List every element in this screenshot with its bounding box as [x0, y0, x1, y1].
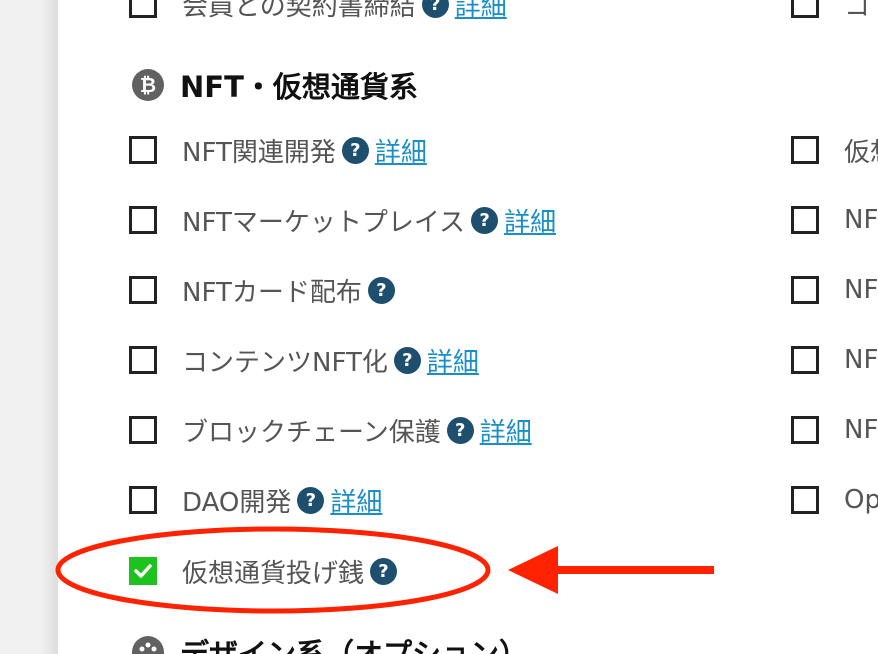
help-icon[interactable]: ? — [446, 416, 474, 444]
detail-link[interactable]: 詳細 — [455, 0, 507, 23]
option-row-right-6[interactable]: Op — [791, 480, 878, 520]
checkbox[interactable] — [791, 416, 819, 444]
option-row-right-4[interactable]: NF — [791, 340, 878, 380]
checkbox[interactable] — [129, 346, 157, 374]
option-label: NFTカード配布 — [182, 277, 362, 308]
option-label: NF — [844, 415, 878, 445]
option-label: コ — [844, 0, 871, 22]
option-label: NFT関連開発 — [182, 137, 336, 168]
help-icon[interactable]: ? — [341, 136, 369, 164]
option-row-nft-dev[interactable]: NFT関連開発 ? 詳細 — [129, 130, 427, 170]
detail-link[interactable]: 詳細 — [375, 132, 427, 169]
help-icon[interactable]: ? — [393, 346, 421, 374]
help-icon[interactable]: ? — [471, 206, 499, 234]
checkbox[interactable] — [129, 206, 157, 234]
checkbox[interactable] — [129, 486, 157, 514]
help-icon[interactable]: ? — [367, 276, 395, 304]
option-row-nft-marketplace[interactable]: NFTマーケットプレイス ? 詳細 — [129, 200, 556, 240]
option-label: NF — [844, 345, 878, 375]
option-label: NF — [844, 205, 878, 235]
option-label: Op — [844, 485, 878, 515]
option-label: DAO開発 — [182, 487, 292, 518]
checkbox[interactable] — [791, 276, 819, 304]
checkbox[interactable] — [791, 486, 819, 514]
help-icon[interactable]: ? — [297, 486, 325, 514]
option-row-crypto-tip[interactable]: 仮想通貨投げ銭 ? — [129, 551, 398, 591]
checkbox[interactable] — [129, 0, 157, 18]
option-label: NF — [844, 275, 878, 305]
bitcoin-icon: ₿ — [132, 69, 164, 101]
checkbox[interactable] — [791, 136, 819, 164]
checkbox[interactable] — [791, 346, 819, 374]
checkbox[interactable] — [791, 206, 819, 234]
option-row-content-nft[interactable]: コンテンツNFT化 ? 詳細 — [129, 340, 479, 380]
option-row-blockchain[interactable]: ブロックチェーン保護 ? 詳細 — [129, 410, 532, 450]
checkbox[interactable] — [791, 0, 819, 18]
section-title-text: デザイン系（オプション） — [180, 637, 529, 654]
option-row-nft-card[interactable]: NFTカード配布 ? — [129, 270, 395, 310]
detail-link[interactable]: 詳細 — [504, 202, 556, 239]
option-row-contract[interactable]: 会員との契約書締結 ? 詳細 — [129, 0, 507, 24]
detail-link[interactable]: 詳細 — [330, 482, 382, 519]
option-label: コンテンツNFT化 — [182, 347, 388, 378]
section-title-nft-crypto: ₿ NFT・仮想通貨系 — [132, 67, 418, 104]
checkbox[interactable] — [129, 416, 157, 444]
option-row-right-top[interactable]: コ — [791, 0, 870, 24]
checkbox[interactable] — [129, 136, 157, 164]
section-title-design: デザイン系（オプション） — [132, 634, 528, 654]
option-label: 仮想通貨投げ銭 — [182, 558, 365, 589]
detail-link[interactable]: 詳細 — [480, 412, 532, 449]
checkmark-icon — [134, 564, 152, 578]
option-row-right-3[interactable]: NF — [791, 270, 878, 310]
checkbox[interactable] — [129, 276, 157, 304]
help-icon[interactable]: ? — [421, 0, 449, 18]
page: 会員との契約書締結 ? 詳細 コ ₿ NFT・仮想通貨系 NFT関連開発 ? 詳… — [0, 0, 878, 654]
option-row-right-2[interactable]: NF — [791, 200, 878, 240]
option-label: NFTマーケットプレイス — [182, 207, 466, 238]
option-row-dao[interactable]: DAO開発 ? 詳細 — [129, 480, 382, 520]
option-label: 仮想 — [844, 137, 878, 168]
section-title-text: NFT・仮想通貨系 — [180, 70, 418, 104]
detail-link[interactable]: 詳細 — [427, 342, 479, 379]
palette-icon — [132, 636, 164, 654]
help-icon[interactable]: ? — [370, 557, 398, 585]
checkbox-checked[interactable] — [129, 557, 157, 585]
option-label: ブロックチェーン保護 — [182, 417, 441, 448]
option-row-right-1[interactable]: 仮想 — [791, 130, 878, 170]
option-row-right-5[interactable]: NF — [791, 410, 878, 450]
option-label: 会員との契約書締結 — [182, 0, 416, 22]
